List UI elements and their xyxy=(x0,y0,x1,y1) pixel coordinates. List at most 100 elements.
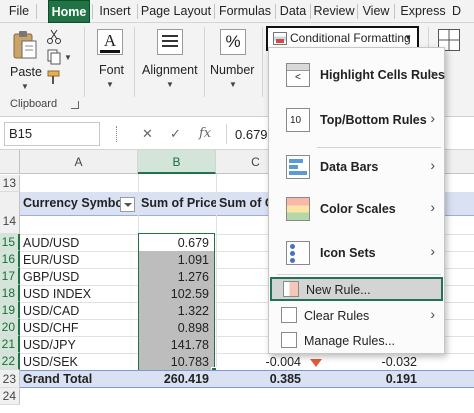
chevron-down-icon: ▼ xyxy=(404,33,412,42)
tab-review[interactable]: Review xyxy=(313,0,355,23)
menu-item-color-scales[interactable]: Color Scales › xyxy=(270,194,443,224)
column-header-a[interactable]: A xyxy=(20,150,138,174)
menu-separator xyxy=(394,4,395,19)
cell-change-pct[interactable]: -0.032 xyxy=(350,355,422,369)
font-label: Font xyxy=(99,63,125,77)
cell-grand-total-price[interactable]: 260.419 xyxy=(138,372,214,386)
row-header[interactable]: 15 xyxy=(0,234,20,251)
menu-separator xyxy=(137,4,138,19)
menu-separator xyxy=(357,4,358,19)
cell-currency[interactable]: AUD/USD xyxy=(20,236,138,250)
menu-item-clear-rules[interactable]: Clear Rules › xyxy=(270,304,443,328)
alignment-button[interactable]: Alignment ▼ xyxy=(140,29,200,89)
cell-price[interactable]: 0.898 xyxy=(138,321,214,335)
number-button[interactable]: % Number ▼ xyxy=(208,29,258,89)
filter-dropdown-button[interactable] xyxy=(120,197,135,212)
tab-d[interactable]: D xyxy=(452,0,474,23)
cell-price[interactable]: 141.78 xyxy=(138,338,214,352)
manage-rules-icon xyxy=(281,332,297,348)
cell-change[interactable]: -0.004 xyxy=(240,355,306,369)
tab-file[interactable]: File xyxy=(4,0,34,23)
cell-currency[interactable]: USD/CAD xyxy=(20,304,138,318)
menu-item-top-bottom-rules[interactable]: 10 Top/Bottom Rules › xyxy=(270,105,443,135)
cell-price[interactable]: 1.276 xyxy=(138,270,214,284)
header-sum-of-c[interactable]: Sum of C xyxy=(219,196,269,210)
data-bars-icon xyxy=(286,155,310,179)
row-header[interactable]: 19 xyxy=(0,302,20,319)
color-scales-icon xyxy=(286,197,310,221)
menu-item-icon-sets[interactable]: Icon Sets › xyxy=(270,238,443,268)
down-arrow-icon xyxy=(310,359,322,367)
cell-currency[interactable]: USD/CHF xyxy=(20,321,138,335)
menu-item-label: Data Bars xyxy=(320,160,379,174)
copy-icon[interactable] xyxy=(46,49,62,65)
format-painter-icon[interactable] xyxy=(46,69,62,85)
menu-item-highlight-cells-rules[interactable]: < Highlight Cells Rules › xyxy=(270,60,446,90)
data-bar xyxy=(289,171,307,175)
cancel-icon[interactable]: ✕ xyxy=(142,126,153,142)
row-header[interactable]: 13 xyxy=(0,175,20,192)
row-header[interactable]: 22 xyxy=(0,353,20,370)
row-header[interactable]: 16 xyxy=(0,251,20,268)
select-all-corner[interactable] xyxy=(0,150,20,174)
tab-page-layout[interactable]: Page Layout xyxy=(140,0,212,23)
cell-price[interactable]: 10.783 xyxy=(138,355,214,369)
submenu-arrow-icon: › xyxy=(430,157,435,173)
font-button[interactable]: A Font ▼ xyxy=(92,29,128,89)
header-currency-symbol[interactable]: Currency Symbol xyxy=(20,196,120,210)
submenu-arrow-icon: › xyxy=(430,65,435,81)
cell-grand-total-label[interactable]: Grand Total xyxy=(20,372,138,386)
enter-icon[interactable]: ✓ xyxy=(170,126,181,142)
formula-value[interactable]: 0.679 xyxy=(235,127,268,142)
menu-item-label: Highlight Cells Rules xyxy=(320,68,446,82)
highlight-cells-icon-row xyxy=(287,64,309,71)
row-header[interactable]: 24 xyxy=(0,388,20,405)
menu-item-label: Clear Rules xyxy=(304,309,370,323)
cut-icon[interactable] xyxy=(46,29,62,45)
tab-insert[interactable]: Insert xyxy=(95,0,135,23)
cell-grand-total-change-pct[interactable]: 0.191 xyxy=(350,372,422,386)
insert-function-icon[interactable]: fx xyxy=(199,126,211,141)
row-header[interactable]: 14 xyxy=(0,192,20,234)
formula-separator xyxy=(226,124,227,144)
cell-currency[interactable]: USD/SEK xyxy=(20,355,138,369)
tab-express[interactable]: Express xyxy=(397,0,449,23)
paste-button[interactable]: Paste ▼ xyxy=(8,29,42,91)
row-header[interactable]: 20 xyxy=(0,319,20,336)
row-header[interactable]: 17 xyxy=(0,268,20,285)
row-header[interactable]: 21 xyxy=(0,336,20,353)
tab-view[interactable]: View xyxy=(360,0,392,23)
row-header[interactable]: 23 xyxy=(0,370,20,388)
chevron-down-icon: ▼ xyxy=(166,80,174,89)
clipboard-group-label: Clipboard xyxy=(10,98,58,110)
cell-currency[interactable]: GBP/USD xyxy=(20,270,138,284)
menu-item-new-rule[interactable]: New Rule... xyxy=(270,277,443,301)
cell-price[interactable]: 102.59 xyxy=(138,287,214,301)
tab-data[interactable]: Data xyxy=(278,0,308,23)
clipboard-launcher-icon[interactable] xyxy=(71,101,79,109)
cell-currency[interactable]: USD/JPY xyxy=(20,338,138,352)
header-sum-of-price[interactable]: Sum of Price xyxy=(141,196,219,210)
row-header[interactable]: 18 xyxy=(0,285,20,302)
top-bottom-icon-text: 10 xyxy=(290,115,302,126)
cell-currency[interactable]: USD INDEX xyxy=(20,287,138,301)
top-bottom-icon: 10 xyxy=(286,108,310,132)
menu-item-manage-rules[interactable]: Manage Rules... xyxy=(270,329,443,353)
menu-separator xyxy=(275,4,276,19)
tab-home[interactable]: Home xyxy=(48,0,90,23)
data-bar xyxy=(289,165,298,169)
menu-item-data-bars[interactable]: Data Bars › xyxy=(270,152,443,182)
cell-price[interactable]: 0.679 xyxy=(138,236,214,250)
new-rule-icon xyxy=(283,281,299,297)
tab-formulas[interactable]: Formulas xyxy=(217,0,273,23)
group-separator xyxy=(84,27,85,97)
cell-price[interactable]: 1.091 xyxy=(138,253,214,267)
icon-set-dot xyxy=(290,258,295,263)
cell-grand-total-change[interactable]: 0.385 xyxy=(240,372,306,386)
formula-bar-grip xyxy=(116,126,119,142)
name-box[interactable]: B15 xyxy=(4,122,100,146)
cell-currency[interactable]: EUR/USD xyxy=(20,253,138,267)
icon-set-dot xyxy=(290,244,295,249)
cell-price[interactable]: 1.322 xyxy=(138,304,214,318)
column-header-b[interactable]: B xyxy=(138,150,216,174)
